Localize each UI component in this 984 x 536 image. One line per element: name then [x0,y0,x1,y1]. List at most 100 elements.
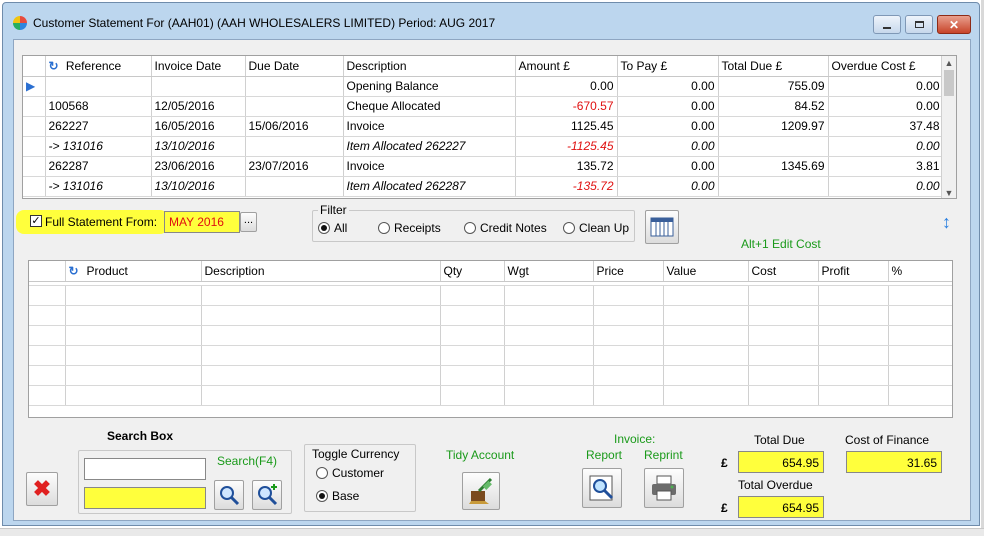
col-wgt[interactable]: Wgt [504,261,594,282]
total-overdue-value: 654.95 [738,496,824,518]
col-price[interactable]: Price [593,261,664,282]
table-row[interactable]: -> 131016 13/10/2016 Item Allocated 2622… [23,176,944,197]
window-title: Customer Statement For (AAH01) (AAH WHOL… [33,16,496,30]
search-hint: Search(F4) [217,454,278,468]
maximize-button[interactable] [905,15,933,34]
close-button[interactable]: ✕ [937,15,971,34]
search-input[interactable] [84,458,206,480]
advanced-search-button[interactable] [252,480,282,510]
search-button[interactable] [214,480,244,510]
grid-corner [23,56,46,77]
col-value[interactable]: Value [663,261,749,282]
col-percent[interactable]: % [888,261,952,282]
cell-to-pay: 0.00 [617,96,719,117]
refresh-icon[interactable]: ↻ [49,59,63,73]
month-browse-button[interactable]: ... [240,212,257,232]
cell-invoice-date [151,76,246,97]
row-indicator [23,96,46,117]
scroll-thumb[interactable] [944,70,954,96]
currency-customer[interactable]: Customer [316,466,384,480]
filter-credit-notes[interactable]: Credit Notes [464,221,547,235]
table-row[interactable] [29,325,952,346]
cell-overdue-cost: 0.00 [828,96,944,117]
table-row[interactable]: ▶ Opening Balance 0.00 0.00 755.09 0.00 [23,76,944,97]
statement-scrollbar[interactable]: ▲ ▼ [941,56,956,198]
col-to-pay[interactable]: To Pay £ [617,56,719,77]
close-icon: ✕ [948,17,960,32]
col-overdue-cost[interactable]: Overdue Cost £ [828,56,944,77]
col-product-label: Product [86,263,128,278]
cell-invoice-date: 12/05/2016 [151,96,246,117]
col-profit[interactable]: Profit [818,261,889,282]
scroll-down-icon[interactable]: ▼ [942,188,956,198]
table-row[interactable]: 100568 12/05/2016 Cheque Allocated -670.… [23,96,944,117]
row-indicator [23,136,46,157]
filter-all[interactable]: All [318,221,347,235]
table-row[interactable] [29,285,952,306]
col-cost[interactable]: Cost [748,261,819,282]
minimize-button[interactable] [873,15,901,34]
search-input-secondary[interactable] [84,487,206,509]
tidy-account-button[interactable] [462,472,500,510]
filter-clean-up-label: Clean Up [579,221,630,235]
reprint-button[interactable] [644,468,684,508]
col-due-date[interactable]: Due Date [245,56,344,77]
col-product[interactable]: ↻ Product [65,261,202,282]
cell-to-pay: 0.00 [617,116,719,137]
filter-receipts[interactable]: Receipts [378,221,441,235]
items-grid[interactable]: ↻ Product Description Qty Wgt Price Value… [28,260,953,418]
col-invoice-date[interactable]: Invoice Date [151,56,246,77]
currency-base[interactable]: Base [316,489,359,503]
radio-icon [378,222,390,234]
statement-grid[interactable]: ↻ Reference Invoice Date Due Date Descri… [22,55,957,199]
row-indicator [23,116,46,137]
table-row[interactable]: 262227 16/05/2016 15/06/2016 Invoice 112… [23,116,944,137]
col-total-due[interactable]: Total Due £ [718,56,829,77]
radio-icon [316,490,328,502]
expand-vertical-icon[interactable]: ↕ [942,212,951,233]
cell-description: Invoice [343,116,516,137]
col-reference-label: Reference [65,58,122,73]
title-bar[interactable]: Customer Statement For (AAH01) (AAH WHOL… [3,3,979,39]
col-reference[interactable]: ↻ Reference [45,56,152,77]
col-qty[interactable]: Qty [440,261,505,282]
cell-due-date [245,136,344,157]
table-row[interactable] [29,305,952,326]
table-row[interactable]: 262287 23/06/2016 23/07/2016 Invoice 135… [23,156,944,177]
cell-description: Invoice [343,156,516,177]
cost-of-finance-value: 31.65 [846,451,942,473]
row-indicator [23,156,46,177]
total-due-value: 654.95 [738,451,824,473]
filter-clean-up[interactable]: Clean Up [563,221,629,235]
cell-reference: 262227 [45,116,152,137]
filter-all-label: All [334,221,348,235]
reprint-label: Reprint [644,448,683,462]
full-statement-month-input[interactable]: MAY 2016 [164,211,240,233]
delete-button[interactable]: ✖ [26,472,58,506]
cell-total-due: 1209.97 [718,116,829,137]
cell-to-pay: 0.00 [617,156,719,177]
full-statement-checkbox[interactable]: ✓ [30,215,42,227]
col-item-description[interactable]: Description [201,261,441,282]
cell-description: Item Allocated 262287 [343,176,516,197]
cell-invoice-date: 13/10/2016 [151,136,246,157]
table-row[interactable] [29,385,952,406]
items-corner [29,261,66,282]
column-layout-button[interactable] [645,210,679,244]
table-row[interactable] [29,365,952,386]
background-strip [0,528,984,536]
report-button[interactable] [582,468,622,508]
refresh-icon[interactable]: ↻ [69,264,87,278]
scroll-up-icon[interactable]: ▲ [942,56,956,70]
table-row[interactable] [29,345,952,366]
edit-cost-hint: Alt+1 Edit Cost [741,237,821,251]
radio-icon [318,222,330,234]
col-amount[interactable]: Amount £ [515,56,618,77]
cell-reference: 100568 [45,96,152,117]
cell-total-due [718,136,829,157]
filter-receipts-label: Receipts [394,221,441,235]
cell-amount: 1125.45 [515,116,618,137]
col-description[interactable]: Description [343,56,516,77]
table-row[interactable]: -> 131016 13/10/2016 Item Allocated 2622… [23,136,944,157]
cell-total-due: 1345.69 [718,156,829,177]
